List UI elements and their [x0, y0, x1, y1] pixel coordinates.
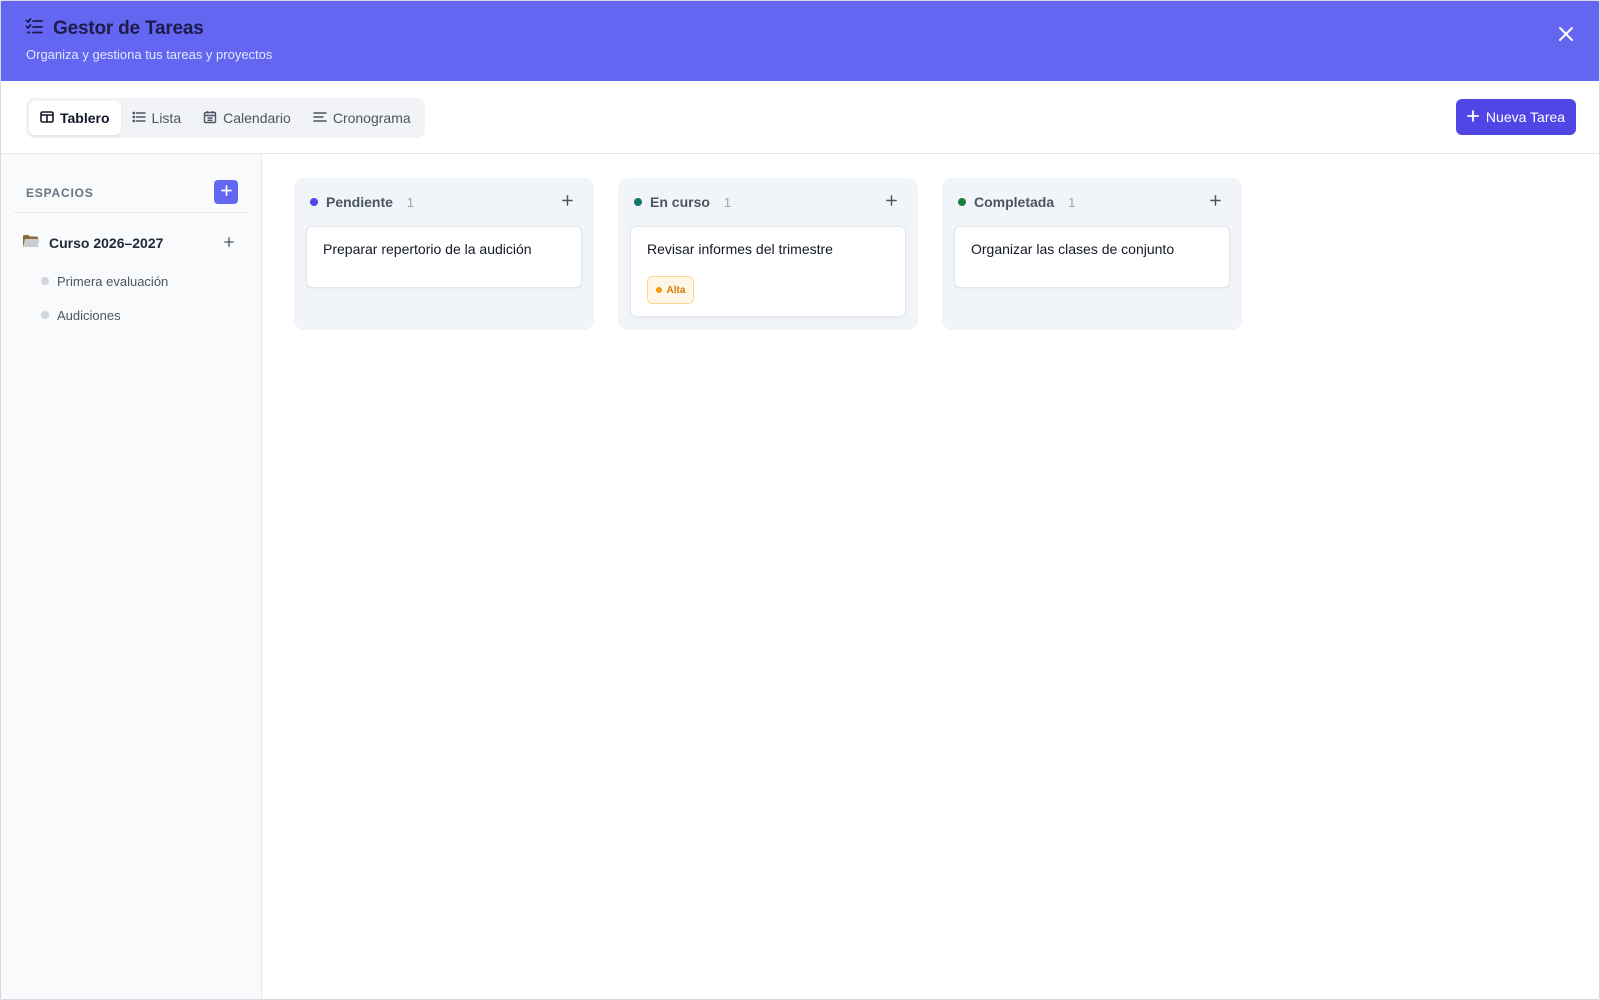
column-header: En curso 1 [634, 191, 902, 213]
column-completada: Completada 1 Organizar las clases de con… [942, 178, 1242, 330]
tab-timeline[interactable]: Cronograma [302, 101, 422, 135]
task-card[interactable]: Organizar las clases de conjunto [954, 226, 1230, 288]
plus-icon [561, 193, 573, 211]
app-subtitle: Organiza y gestiona tus tareas y proyect… [26, 47, 273, 62]
plus-icon [1467, 109, 1479, 125]
list-icon [131, 110, 146, 127]
spaces-heading: ESPACIOS [26, 186, 94, 200]
column-header: Completada 1 [958, 191, 1226, 213]
tab-timeline-label: Cronograma [332, 110, 411, 126]
plus-icon [220, 183, 232, 201]
tab-board-label: Tablero [60, 110, 110, 126]
tab-board[interactable]: Tablero [29, 101, 121, 135]
task-card[interactable]: Revisar informes del trimestre Alta [630, 226, 906, 317]
add-task-button[interactable] [880, 191, 902, 213]
folder-icon [22, 233, 40, 254]
spaces-sidebar: ESPACIOS Curso 2026–2027 Primera evaluac… [1, 154, 262, 999]
column-count: 1 [406, 194, 415, 210]
app-title: Gestor de Tareas [53, 17, 204, 39]
status-dot [310, 198, 318, 206]
list-dot [41, 277, 49, 285]
add-list-button[interactable] [218, 232, 240, 254]
list-item-audiciones[interactable]: Audiciones [41, 304, 231, 326]
task-title: Preparar repertorio de la audición [323, 241, 532, 257]
plus-icon [885, 193, 897, 211]
column-title: En curso [650, 194, 710, 210]
add-task-button[interactable] [556, 191, 578, 213]
column-pendiente: Pendiente 1 Preparar repertorio de la au… [294, 178, 594, 330]
status-dot [634, 198, 642, 206]
add-task-button[interactable] [1204, 191, 1226, 213]
board-icon [40, 110, 54, 127]
column-en-curso: En curso 1 Revisar informes del trimestr… [618, 178, 918, 330]
column-header: Pendiente 1 [310, 191, 578, 213]
priority-badge: Alta [647, 276, 694, 304]
tab-calendar-label: Calendario [223, 110, 291, 126]
status-dot [958, 198, 966, 206]
task-manager-window: Gestor de Tareas Organiza y gestiona tus… [0, 0, 1600, 1000]
add-space-button[interactable] [214, 180, 238, 204]
new-task-label: Nueva Tarea [1485, 109, 1566, 125]
column-title: Pendiente [326, 194, 393, 210]
new-task-button[interactable]: Nueva Tarea [1456, 99, 1576, 135]
task-card[interactable]: Preparar repertorio de la audición [306, 226, 582, 288]
view-toolbar: Tablero Lista Calendario Cronograma Nuev… [1, 81, 1599, 154]
spaces-header: ESPACIOS [14, 176, 248, 213]
column-count: 1 [1068, 194, 1076, 210]
task-list-icon [25, 17, 43, 40]
priority-label: Alta [666, 284, 686, 296]
task-title: Organizar las clases de conjunto [971, 241, 1175, 257]
calendar-icon [203, 110, 217, 127]
plus-icon [224, 234, 234, 252]
view-tabs: Tablero Lista Calendario Cronograma [26, 98, 425, 138]
task-title: Revisar informes del trimestre [647, 241, 833, 257]
close-icon [1558, 26, 1574, 47]
tab-list-label: Lista [151, 110, 182, 126]
space-item[interactable]: Curso 2026–2027 [22, 230, 240, 256]
header-title-row: Gestor de Tareas [25, 17, 204, 40]
timeline-icon [313, 110, 327, 127]
list-item-label: Primera evaluación [57, 273, 169, 289]
list-item-label: Audiciones [57, 307, 121, 323]
tab-list[interactable]: Lista [121, 101, 193, 135]
column-count: 1 [723, 194, 732, 210]
space-name: Curso 2026–2027 [49, 235, 164, 251]
app-header: Gestor de Tareas Organiza y gestiona tus… [1, 1, 1599, 81]
plus-icon [1209, 193, 1221, 211]
tab-calendar[interactable]: Calendario [192, 101, 302, 135]
list-item-primera-evaluacion[interactable]: Primera evaluación [41, 270, 231, 292]
column-title: Completada [974, 194, 1055, 210]
priority-dot [655, 287, 662, 293]
list-dot [41, 311, 49, 319]
close-button[interactable] [1555, 25, 1577, 47]
